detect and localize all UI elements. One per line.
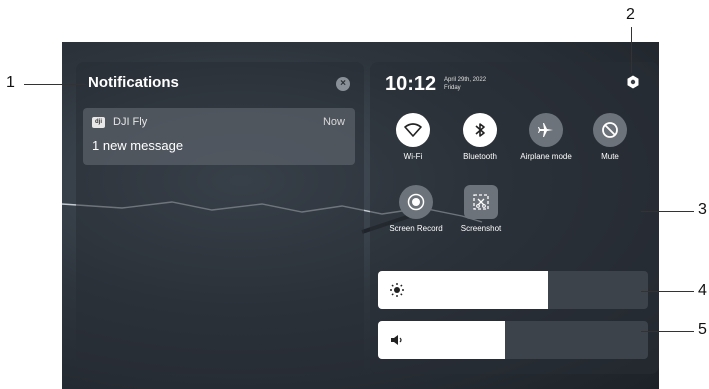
callout-1-line — [24, 84, 86, 85]
dji-app-icon: dji — [92, 117, 105, 128]
callout-4: 4 — [698, 282, 707, 299]
callout-1: 1 — [6, 74, 15, 91]
callout-5-line — [641, 331, 694, 332]
airplane-icon — [529, 113, 563, 147]
screenshot-label: Screenshot — [460, 224, 502, 233]
brightness-slider[interactable] — [378, 271, 648, 309]
callout-3: 3 — [698, 201, 707, 218]
airplane-mode-toggle[interactable]: Airplane mode — [511, 113, 581, 161]
notification-message: 1 new message — [92, 138, 184, 153]
callout-2-line — [631, 27, 632, 73]
mute-label: Mute — [601, 152, 619, 161]
notification-app-name: DJI Fly — [113, 116, 148, 128]
screenshot-icon — [464, 185, 498, 219]
notification-time: Now — [322, 116, 345, 128]
volume-slider[interactable] — [378, 321, 648, 359]
screenshot-button[interactable]: Screenshot — [446, 185, 516, 233]
wifi-icon — [396, 113, 430, 147]
clock-time: 10:12 — [385, 73, 437, 95]
screen-record-label: Screen Record — [389, 224, 443, 233]
wifi-toggle[interactable]: Wi-Fi — [378, 113, 448, 161]
screen-record-toggle[interactable]: Screen Record — [381, 185, 451, 233]
weekday-line: Friday — [444, 85, 461, 91]
airplane-mode-label: Airplane mode — [520, 152, 572, 161]
notifications-title: Notifications — [88, 74, 179, 91]
record-icon — [399, 185, 433, 219]
mute-icon — [593, 113, 627, 147]
volume-icon — [391, 335, 402, 345]
date-line: April 29th, 2022 — [444, 77, 487, 83]
mute-toggle[interactable]: Mute — [575, 113, 645, 161]
callout-2: 2 — [626, 6, 635, 23]
clear-notifications-button[interactable]: × — [336, 77, 350, 91]
callout-5: 5 — [698, 321, 707, 338]
callout-4-line — [641, 291, 694, 292]
date-display: April 29th, 2022 Friday — [444, 76, 486, 92]
bluetooth-icon — [463, 113, 497, 147]
bluetooth-toggle[interactable]: Bluetooth — [445, 113, 515, 161]
notification-card[interactable]: dji DJI Fly Now 1 new message — [83, 108, 355, 165]
wifi-label: Wi-Fi — [403, 152, 423, 161]
settings-icon[interactable] — [626, 75, 640, 89]
bluetooth-label: Bluetooth — [463, 152, 497, 161]
brightness-icon — [390, 283, 404, 297]
callout-3-line — [641, 211, 694, 212]
